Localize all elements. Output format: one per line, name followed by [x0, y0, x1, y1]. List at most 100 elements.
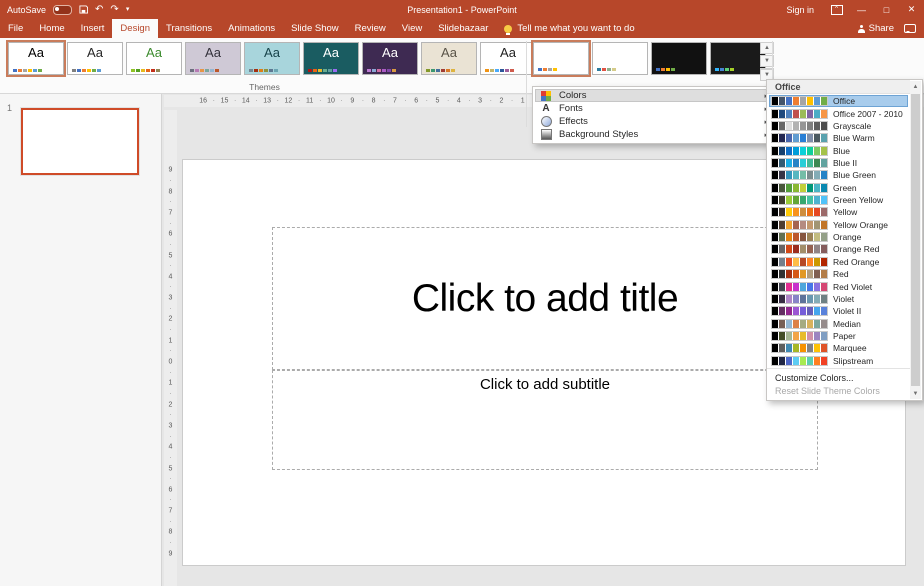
scheme-name: Orange	[833, 232, 861, 242]
sign-in-link[interactable]: Sign in	[776, 5, 824, 15]
ruler-number: 8	[372, 98, 376, 105]
subtitle-placeholder-text: Click to add subtitle	[480, 376, 610, 393]
theme-thumbnail-1[interactable]: Aa	[8, 42, 64, 75]
scrollbar-thumb[interactable]	[911, 94, 920, 386]
color-scheme-red-orange[interactable]: Red Orange	[769, 256, 908, 268]
ruler-number: 14	[242, 98, 250, 105]
scheme-name: Red	[833, 269, 849, 279]
color-scheme-marquee[interactable]: Marquee	[769, 342, 908, 354]
theme-thumbnail-5[interactable]: Aa	[244, 42, 300, 75]
group-divider	[526, 41, 527, 127]
slide-thumbnails-panel[interactable]: 1	[0, 93, 162, 586]
background-styles-icon	[539, 129, 553, 140]
menu-item-customize-colors[interactable]: Customize Colors...	[767, 371, 910, 384]
color-scheme-green[interactable]: Green	[769, 182, 908, 194]
menu-item-background-styles[interactable]: Background Styles▸	[535, 128, 772, 141]
autosave-toggle[interactable]	[53, 5, 72, 15]
theme-thumbnail-2[interactable]: Aa	[67, 42, 123, 75]
color-scheme-blue-ii[interactable]: Blue II	[769, 157, 908, 169]
theme-thumbnail-3[interactable]: Aa	[126, 42, 182, 75]
color-scheme-yellow[interactable]: Yellow	[769, 206, 908, 218]
variant-thumbnail-1[interactable]	[533, 42, 589, 75]
scheme-name: Violet	[833, 294, 854, 304]
ribbon-tab-row: FileHomeInsertDesignTransitionsAnimation…	[0, 19, 924, 38]
scheme-swatches	[771, 109, 828, 119]
slide-number: 1	[7, 103, 12, 113]
share-button[interactable]: Share	[858, 23, 894, 34]
variant-thumbnail-4[interactable]	[710, 42, 766, 75]
tab-file[interactable]: File	[0, 19, 31, 38]
minimize-button[interactable]: —	[849, 0, 874, 19]
color-scheme-violet[interactable]: Violet	[769, 293, 908, 305]
color-scheme-blue-warm[interactable]: Blue Warm	[769, 132, 908, 144]
comments-icon[interactable]	[904, 24, 916, 33]
variants-dropdown-menu: Colors▸AFonts▸Effects▸Background Styles▸	[532, 86, 775, 144]
color-scheme-blue-green[interactable]: Blue Green	[769, 169, 908, 181]
save-icon[interactable]	[79, 5, 88, 14]
color-scheme-green-yellow[interactable]: Green Yellow	[769, 194, 908, 206]
redo-icon[interactable]: ↷	[110, 5, 118, 15]
scroll-down-icon[interactable]: ▼	[910, 388, 921, 399]
ruler-number: 7	[393, 98, 397, 105]
color-scheme-grayscale[interactable]: Grayscale	[769, 120, 908, 132]
color-scheme-paper[interactable]: Paper	[769, 330, 908, 342]
variant-thumbnail-2[interactable]	[592, 42, 648, 75]
theme-color-strip	[72, 69, 101, 72]
menu-item-fonts[interactable]: AFonts▸	[535, 102, 772, 115]
tab-slide-show[interactable]: Slide Show	[283, 19, 347, 38]
scheme-swatches	[771, 294, 828, 304]
tab-home[interactable]: Home	[31, 19, 72, 38]
colors-submenu-header: Office	[767, 80, 910, 94]
submenu-scrollbar[interactable]: ▲ ▼	[910, 81, 921, 399]
menu-item-label: Fonts	[559, 103, 583, 114]
menu-item-effects[interactable]: Effects▸	[535, 115, 772, 128]
undo-icon[interactable]: ↶	[95, 5, 103, 15]
tell-me-box[interactable]: Tell me what you want to do	[496, 19, 642, 38]
color-scheme-red-violet[interactable]: Red Violet	[769, 280, 908, 292]
ruler-number: 5	[436, 98, 440, 105]
theme-thumbnail-6[interactable]: Aa	[303, 42, 359, 75]
theme-color-strip	[131, 69, 160, 72]
tab-slidebazaar[interactable]: Slidebazaar	[430, 19, 496, 38]
scheme-swatches	[771, 282, 828, 292]
menu-item-colors[interactable]: Colors▸	[535, 89, 772, 102]
variant-thumbnail-3[interactable]	[651, 42, 707, 75]
ruler-tick: ·	[169, 540, 171, 547]
ribbon-display-options-icon[interactable]: ^	[824, 0, 849, 19]
color-scheme-median[interactable]: Median	[769, 317, 908, 329]
theme-thumbnail-9[interactable]: Aa	[480, 42, 536, 75]
theme-thumbnail-7[interactable]: Aa	[362, 42, 418, 75]
color-scheme-yellow-orange[interactable]: Yellow Orange	[769, 219, 908, 231]
tab-insert[interactable]: Insert	[73, 19, 113, 38]
ruler-number: 6	[414, 98, 418, 105]
title-bar: AutoSave ↶ ↷ ▾ Presentation1 - PowerPoin…	[0, 0, 924, 19]
scheme-name: Yellow Orange	[833, 220, 888, 230]
scheme-swatches	[771, 343, 828, 353]
ruler-tick: ·	[362, 98, 364, 105]
scheme-swatches	[771, 133, 828, 143]
menu-item-label: Colors	[559, 90, 586, 101]
color-scheme-red[interactable]: Red	[769, 268, 908, 280]
maximize-button[interactable]: □	[874, 0, 899, 19]
theme-thumbnail-4[interactable]: Aa	[185, 42, 241, 75]
tab-design[interactable]: Design	[112, 19, 158, 38]
color-scheme-orange[interactable]: Orange	[769, 231, 908, 243]
qat-customize-icon[interactable]: ▾	[126, 6, 130, 13]
color-scheme-orange-red[interactable]: Orange Red	[769, 243, 908, 255]
color-scheme-office[interactable]: Office	[769, 95, 908, 107]
color-scheme-violet-ii[interactable]: Violet II	[769, 305, 908, 317]
close-button[interactable]: ✕	[899, 0, 924, 19]
tab-view[interactable]: View	[394, 19, 430, 38]
scroll-up-icon[interactable]: ▲	[910, 81, 921, 92]
ruler-tick: ·	[169, 476, 171, 483]
color-scheme-office-2007-2010[interactable]: Office 2007 - 2010	[769, 107, 908, 119]
slide-thumbnail[interactable]	[21, 108, 139, 175]
tab-review[interactable]: Review	[347, 19, 394, 38]
title-placeholder[interactable]: Click to add title	[272, 227, 818, 370]
tab-animations[interactable]: Animations	[220, 19, 283, 38]
tab-transitions[interactable]: Transitions	[158, 19, 220, 38]
theme-thumbnail-8[interactable]: Aa	[421, 42, 477, 75]
color-scheme-slipstream[interactable]: Slipstream	[769, 355, 908, 367]
subtitle-placeholder[interactable]: Click to add subtitle	[272, 370, 818, 470]
color-scheme-blue[interactable]: Blue	[769, 144, 908, 156]
